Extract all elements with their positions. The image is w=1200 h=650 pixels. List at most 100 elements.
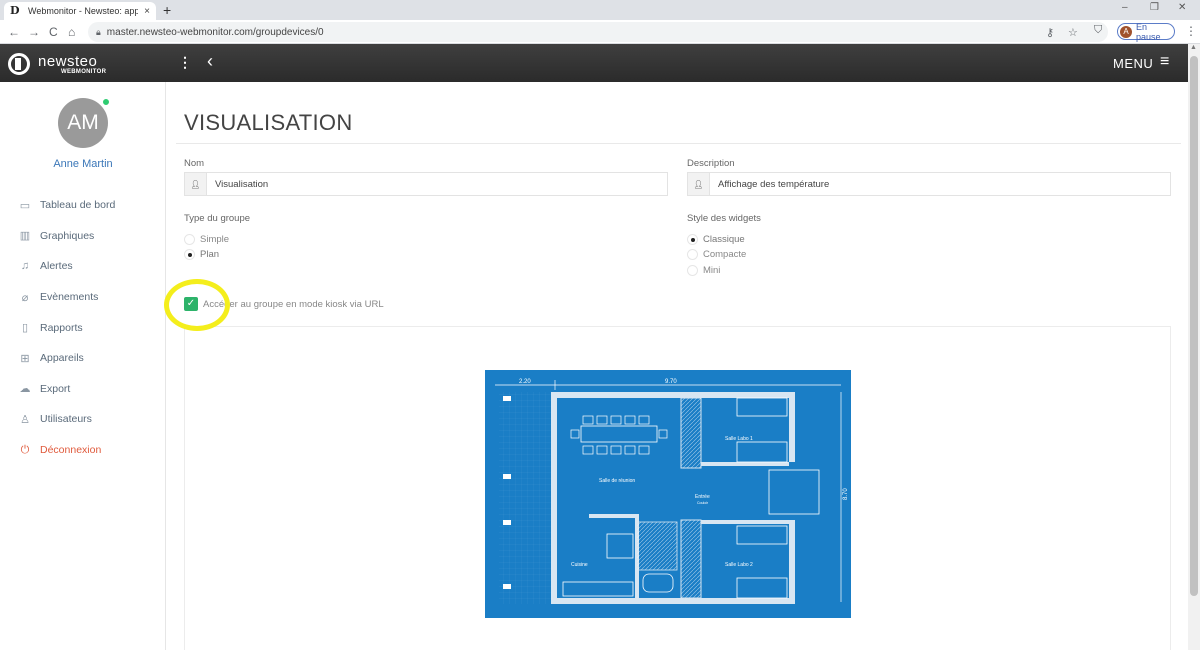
user-icon: 👤︎ bbox=[185, 173, 207, 195]
lock-icon[interactable]: 🔒︎ bbox=[96, 27, 101, 38]
description-input[interactable] bbox=[710, 173, 1170, 195]
profile-button[interactable]: A En pause bbox=[1117, 21, 1175, 42]
radio-button[interactable] bbox=[687, 249, 698, 260]
widget-style-label: Style des widgets bbox=[687, 213, 761, 224]
sidebar-item-tableau-de-bord[interactable]: ▭ Tableau de bord bbox=[0, 190, 166, 221]
avatar[interactable]: AM bbox=[58, 98, 108, 148]
scroll-thumb[interactable] bbox=[1190, 56, 1198, 596]
floor-plan-panel: 2.20 9.70 8.70 Salle Labo 1 Salle de réu… bbox=[184, 326, 1171, 650]
url-text[interactable]: master.newsteo-webmonitor.com/groupdevic… bbox=[107, 27, 324, 38]
name-label: Nom bbox=[184, 158, 205, 169]
reload-icon[interactable]: C bbox=[49, 24, 58, 40]
sidebar-item-rapports[interactable]: ▯ Rapports bbox=[0, 312, 166, 343]
radio-button[interactable] bbox=[184, 249, 195, 260]
profile-avatar-icon: A bbox=[1120, 25, 1132, 38]
sidebar-item-export[interactable]: ☁ Export bbox=[0, 374, 166, 405]
dimension-label: 8.70 bbox=[843, 488, 849, 500]
sidebar-item-label: Appareils bbox=[40, 352, 84, 365]
app-header: newsteo WEBMONITOR ⋮ ‹ MENU ≡ bbox=[0, 44, 1188, 82]
new-tab-button[interactable]: + bbox=[163, 2, 171, 18]
sidebar-item-label: Déconnexion bbox=[40, 444, 102, 457]
name-input-group: 👤︎ bbox=[184, 172, 668, 196]
star-icon[interactable]: ☆ bbox=[1068, 26, 1078, 39]
online-status-icon bbox=[102, 98, 110, 106]
radio-mini[interactable]: Mini bbox=[687, 265, 720, 276]
scroll-up-icon[interactable]: ▲ bbox=[1190, 44, 1197, 51]
minimize-window-icon[interactable]: – bbox=[1122, 2, 1128, 13]
chevron-left-icon[interactable]: ‹ bbox=[207, 51, 213, 72]
monitor-icon: ▭ bbox=[19, 199, 31, 212]
sidebar-item-label: Export bbox=[40, 382, 71, 395]
kiosk-label: Accéder au groupe en mode kiosk via URL bbox=[203, 298, 384, 310]
name-input[interactable] bbox=[207, 173, 667, 195]
document-icon: ▯ bbox=[21, 322, 29, 335]
sidebar-item-alertes[interactable]: ♫ Alertes bbox=[0, 251, 166, 282]
more-vert-icon[interactable]: ⋮ bbox=[1185, 24, 1197, 38]
bar-chart-icon: ▥ bbox=[19, 230, 31, 243]
tab-title: Webmonitor - Newsteo: applicati bbox=[28, 6, 138, 16]
sidebar-item-label: Alertes bbox=[40, 260, 73, 273]
bell-icon: ♫ bbox=[20, 260, 30, 273]
description-input-group: 👤︎ bbox=[687, 172, 1171, 196]
radio-label: Plan bbox=[200, 249, 220, 260]
sidebar-item-utilisateurs[interactable]: ♙ Utilisateurs bbox=[0, 404, 166, 435]
floor-plan-drawing: 2.20 9.70 8.70 Salle Labo 1 Salle de réu… bbox=[495, 379, 849, 604]
sidebar: AM Anne Martin ▭ Tableau de bord ▥ Graph… bbox=[0, 82, 166, 650]
sidebar-item-evenements[interactable]: ⌀ Evènements bbox=[0, 282, 166, 313]
restore-window-icon[interactable]: ❐ bbox=[1150, 2, 1159, 13]
back-arrow-icon[interactable]: ← bbox=[8, 24, 20, 40]
cloud-upload-icon: ☁ bbox=[19, 383, 31, 396]
sidebar-nav: ▭ Tableau de bord ▥ Graphiques ♫ Alertes… bbox=[0, 190, 166, 465]
menu-label[interactable]: MENU bbox=[1113, 56, 1153, 71]
hamburger-icon[interactable]: ≡ bbox=[1160, 53, 1169, 71]
room-label: Couloir bbox=[697, 501, 709, 505]
radio-label: Classique bbox=[703, 234, 745, 245]
title-divider bbox=[176, 143, 1181, 144]
room-label: Entrée bbox=[695, 494, 710, 500]
paperclip-icon: ⌀ bbox=[21, 291, 29, 304]
sidebar-item-graphiques[interactable]: ▥ Graphiques bbox=[0, 221, 166, 252]
group-type-label: Type du groupe bbox=[184, 213, 251, 224]
logo-subtitle: WEBMONITOR bbox=[61, 69, 107, 75]
dimension-label: 2.20 bbox=[519, 379, 531, 385]
floor-plan-image[interactable]: 2.20 9.70 8.70 Salle Labo 1 Salle de réu… bbox=[485, 370, 851, 618]
home-icon[interactable]: ⌂ bbox=[68, 24, 75, 40]
room-label: Cuisine bbox=[571, 562, 588, 568]
newsteo-logo-icon[interactable] bbox=[8, 53, 30, 75]
logo-name[interactable]: newsteo bbox=[38, 53, 97, 70]
browser-tabstrip: D Webmonitor - Newsteo: applicati × + – … bbox=[0, 0, 1200, 20]
tab-close-icon[interactable]: × bbox=[144, 6, 150, 17]
browser-tab[interactable]: D Webmonitor - Newsteo: applicati × bbox=[4, 2, 156, 20]
close-window-icon[interactable]: ✕ bbox=[1178, 2, 1186, 13]
page-scrollbar[interactable]: ▲ bbox=[1188, 44, 1200, 650]
user-icon: 👤︎ bbox=[688, 173, 710, 195]
radio-label: Compacte bbox=[703, 249, 747, 260]
shield-extension-icon[interactable]: ⛉ bbox=[1094, 24, 1102, 37]
address-bar[interactable]: 🔒︎ master.newsteo-webmonitor.com/groupde… bbox=[88, 22, 1108, 42]
sidebar-item-label: Graphiques bbox=[40, 229, 95, 242]
key-icon[interactable]: ⚷ bbox=[1046, 26, 1054, 39]
room-label: Salle Labo 1 bbox=[725, 436, 753, 442]
sidebar-item-label: Evènements bbox=[40, 291, 99, 304]
user-name[interactable]: Anne Martin bbox=[0, 158, 166, 170]
radio-compacte[interactable]: Compacte bbox=[687, 249, 746, 260]
radio-plan[interactable]: Plan bbox=[184, 249, 219, 260]
profile-status: En pause bbox=[1136, 21, 1161, 42]
sidebar-item-label: Utilisateurs bbox=[40, 413, 92, 426]
page-title: VISUALISATION bbox=[184, 110, 353, 135]
sidebar-item-deconnexion[interactable]: ⏻ Déconnexion bbox=[0, 435, 166, 466]
dimension-label: 9.70 bbox=[665, 379, 677, 385]
radio-classique[interactable]: Classique bbox=[687, 234, 745, 245]
radio-button[interactable] bbox=[687, 234, 698, 245]
sidebar-item-appareils[interactable]: ⊞ Appareils bbox=[0, 343, 166, 374]
user-icon: ♙ bbox=[20, 413, 30, 426]
sidebar-item-label: Tableau de bord bbox=[40, 199, 116, 212]
forward-arrow-icon[interactable]: → bbox=[28, 24, 40, 40]
grid-icon: ⊞ bbox=[20, 352, 30, 365]
radio-simple[interactable]: Simple bbox=[184, 234, 229, 245]
radio-button[interactable] bbox=[184, 234, 195, 245]
more-vert-icon[interactable]: ⋮ bbox=[178, 54, 192, 71]
radio-button[interactable] bbox=[687, 265, 698, 276]
highlight-annotation bbox=[164, 279, 230, 331]
sidebar-item-label: Rapports bbox=[40, 321, 83, 334]
